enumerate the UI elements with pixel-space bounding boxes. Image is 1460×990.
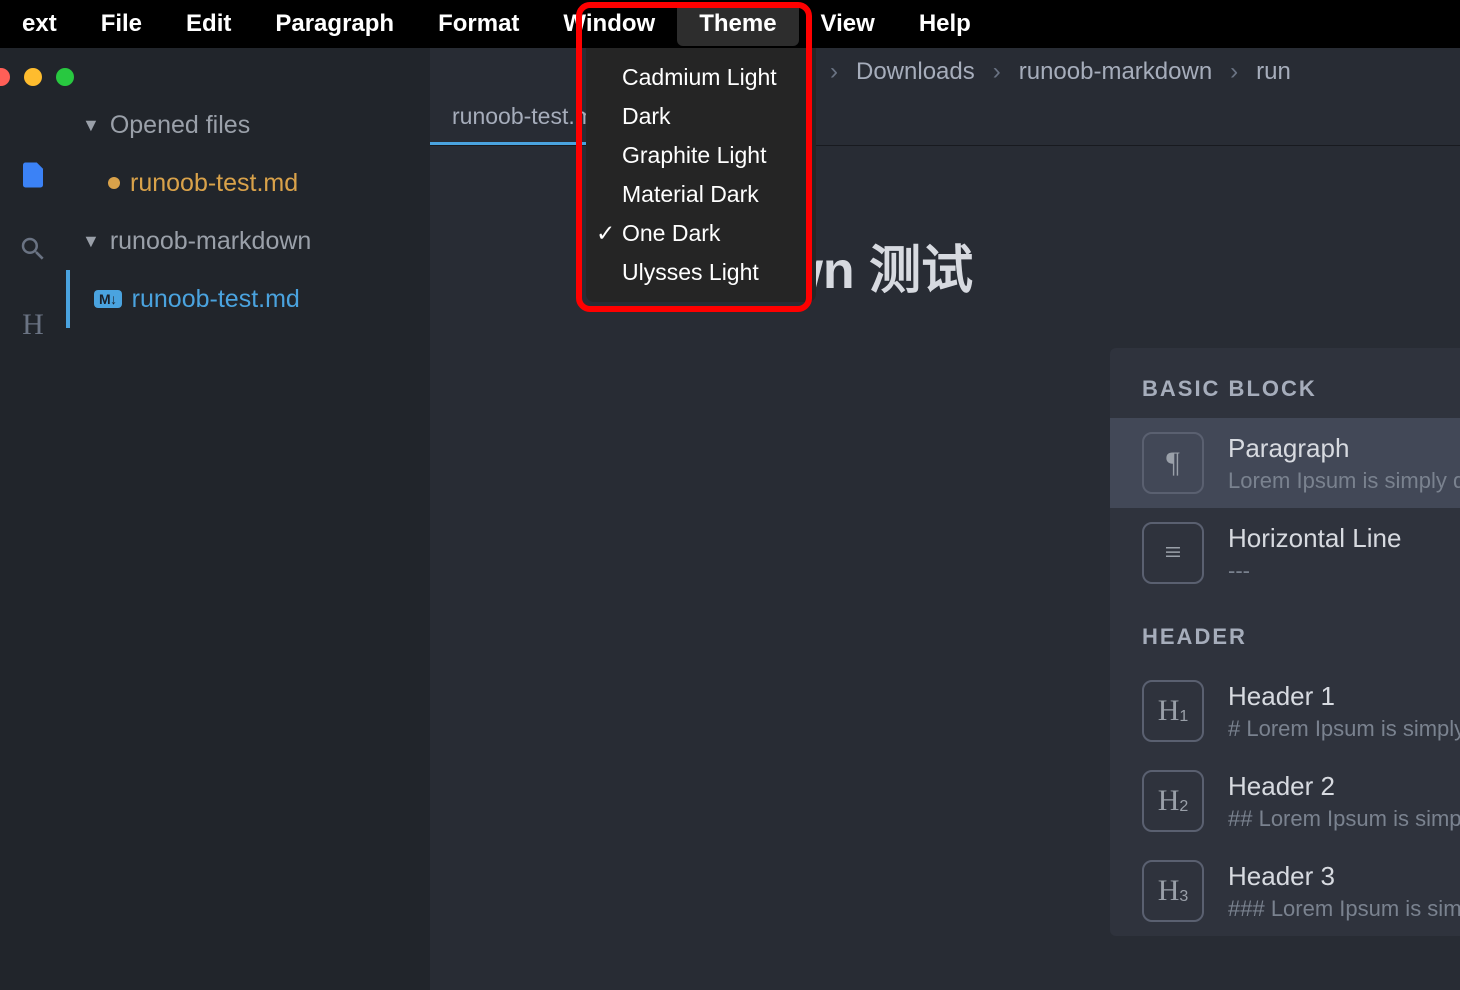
modified-dot-icon [108, 177, 120, 189]
theme-item-dark[interactable]: Dark [586, 97, 816, 136]
theme-item-material-dark[interactable]: Material Dark [586, 175, 816, 214]
heading-icon[interactable]: H [22, 308, 44, 342]
file-name: runoob-test.md [132, 285, 300, 314]
opened-file-item[interactable]: runoob-test.md [66, 154, 430, 212]
menu-view[interactable]: View [799, 2, 897, 46]
block-item-subtitle: ## Lorem Ipsum is simply ... [1228, 806, 1460, 832]
block-item-title: Header 2 [1228, 771, 1460, 802]
close-icon[interactable] [0, 68, 10, 86]
paragraph-icon: ¶ [1142, 432, 1204, 494]
folder-header[interactable]: ▼ runoob-markdown [66, 212, 430, 270]
search-icon[interactable] [18, 234, 48, 264]
block-item-h2[interactable]: H2 Header 2 ## Lorem Ipsum is simply ...… [1110, 756, 1460, 846]
menu-paragraph[interactable]: Paragraph [253, 2, 416, 46]
block-item-h3[interactable]: H3 Header 3 ### Lorem Ipsum is simply ⌘+… [1110, 846, 1460, 936]
h3-icon: H3 [1142, 860, 1204, 922]
section-title-header: HEADER [1110, 598, 1460, 666]
breadcrumb-part[interactable]: runoob-markdown [1019, 58, 1212, 86]
block-item-subtitle: # Lorem Ipsum is simply ... [1228, 716, 1460, 742]
chevron-down-icon: ▼ [82, 231, 100, 252]
opened-files-header[interactable]: ▼ Opened files [66, 96, 430, 154]
block-item-paragraph[interactable]: ¶ Paragraph Lorem Ipsum is simply dummy … [1110, 418, 1460, 508]
h1-icon: H1 [1142, 680, 1204, 742]
sidebar-tree: ▼ Opened files runoob-test.md ▼ runoob-m… [66, 48, 430, 990]
traffic-lights [0, 62, 74, 86]
theme-item-ulysses-light[interactable]: Ulysses Light [586, 253, 816, 292]
menu-window[interactable]: Window [541, 2, 677, 46]
minimize-icon[interactable] [24, 68, 42, 86]
block-item-title: Paragraph [1228, 433, 1460, 464]
block-insert-panel: BASIC BLOCK ¶ Paragraph Lorem Ipsum is s… [1110, 348, 1460, 936]
block-item-subtitle: ### Lorem Ipsum is simply [1228, 896, 1460, 922]
theme-dropdown: Cadmium Light Dark Graphite Light Materi… [586, 48, 816, 302]
theme-item-graphite-light[interactable]: Graphite Light [586, 136, 816, 175]
chevron-down-icon: ▼ [82, 115, 100, 136]
folder-name: runoob-markdown [110, 227, 312, 256]
files-icon[interactable] [18, 160, 48, 190]
block-item-h1[interactable]: H1 Header 1 # Lorem Ipsum is simply ... … [1110, 666, 1460, 756]
menu-text[interactable]: ext [0, 2, 79, 46]
menu-file[interactable]: File [79, 2, 164, 46]
block-item-title: Header 1 [1228, 681, 1460, 712]
markdown-badge-icon: M↓ [94, 290, 122, 308]
block-item-title: Horizontal Line [1228, 523, 1460, 554]
block-item-title: Header 3 [1228, 861, 1460, 892]
opened-files-label: Opened files [110, 111, 250, 140]
file-name: runoob-test.md [130, 169, 298, 198]
chevron-right-icon: › [830, 58, 838, 86]
chevron-right-icon: › [1230, 58, 1238, 86]
menu-theme[interactable]: Theme [677, 2, 798, 46]
theme-item-cadmium-light[interactable]: Cadmium Light [586, 58, 816, 97]
sidebar-iconbar: H [0, 48, 66, 990]
breadcrumb: › Downloads › runoob-markdown › run [430, 48, 1460, 96]
block-item-subtitle: --- [1228, 558, 1460, 584]
menu-edit[interactable]: Edit [164, 2, 253, 46]
document-body[interactable]: kdown 测试 [430, 146, 1460, 303]
theme-item-one-dark[interactable]: ✓One Dark [586, 214, 816, 253]
editor-area: › Downloads › runoob-markdown › run runo… [430, 48, 1460, 990]
sidebar: H ▼ Opened files runoob-test.md ▼ runoob… [0, 48, 430, 990]
menu-help[interactable]: Help [897, 2, 993, 46]
check-icon: ✓ [596, 220, 615, 247]
breadcrumb-part[interactable]: run [1256, 58, 1291, 86]
tabbar: runoob-test.md [430, 96, 1460, 146]
section-title-basic: BASIC BLOCK [1110, 368, 1460, 418]
block-item-subtitle: Lorem Ipsum is simply dummy text [1228, 468, 1460, 494]
menubar: ext File Edit Paragraph Format Window Th… [0, 0, 1460, 48]
folder-file-item[interactable]: M↓ runoob-test.md [66, 270, 430, 328]
h2-icon: H2 [1142, 770, 1204, 832]
block-item-hr[interactable]: ≡ Horizontal Line --- ⌥+⌘+- [1110, 508, 1460, 598]
breadcrumb-part[interactable]: Downloads [856, 58, 975, 86]
chevron-right-icon: › [993, 58, 1001, 86]
hr-icon: ≡ [1142, 522, 1204, 584]
menu-format[interactable]: Format [416, 2, 541, 46]
